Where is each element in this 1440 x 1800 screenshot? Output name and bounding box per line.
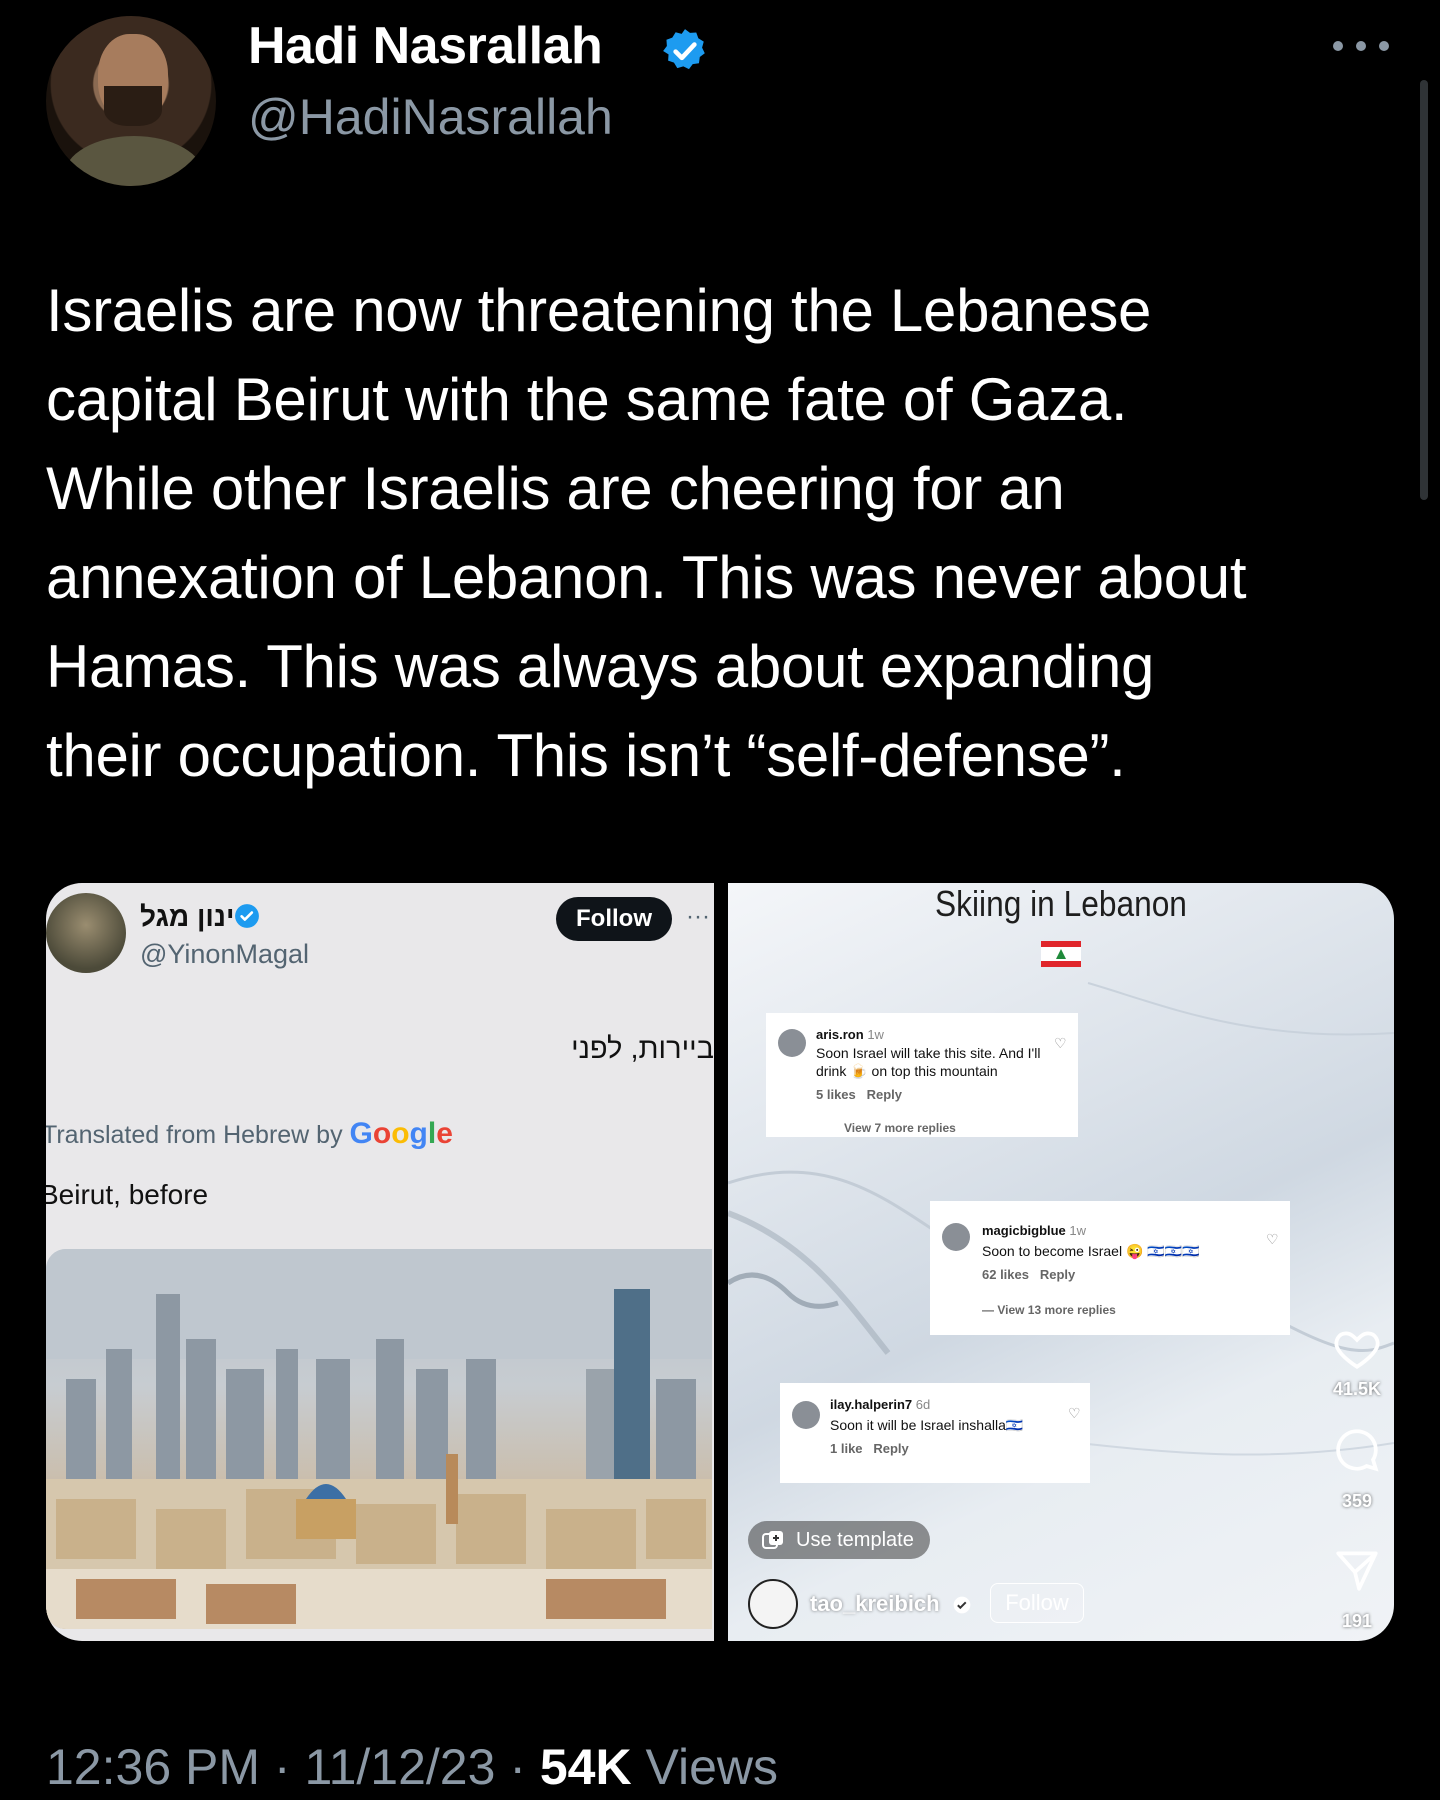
author-verified-icon [953,1596,971,1614]
heart-icon[interactable] [1332,1323,1382,1373]
lebanon-flag-icon [1041,941,1081,967]
author-handle[interactable]: @HadiNasrallah [248,88,613,146]
comment-card[interactable]: magicbigblue 1w Soon to become Israel 😜 … [930,1201,1290,1335]
comment-likes: 5 likes Reply [816,1087,903,1102]
comment-user: aris.ron 1w [816,1027,884,1042]
comment-heart-icon: ♡ [1068,1405,1081,1421]
tweet-text: Israelis are now threatening the Lebanes… [46,266,1406,800]
comments-count: 359 [1341,1491,1373,1511]
tweet-text-line: capital Beirut with the same fate of Gaz… [46,366,1128,433]
separator-dot: · [509,1739,526,1795]
tweet-text-line: their occupation. This isn’t “self-defen… [46,722,1126,789]
template-icon [762,1531,783,1549]
view-more-replies: View 7 more replies [844,1121,956,1135]
share-icon[interactable] [1332,1545,1382,1595]
video-side-actions: 41.5K 359 [1322,1323,1392,1543]
view-more-replies: — View 13 more replies [982,1303,1116,1317]
separator-dot: · [273,1739,291,1795]
comment-card[interactable]: ilay.halperin7 6d Soon it will be Israel… [780,1383,1090,1483]
tweet-text-line: Israelis are now threatening the Lebanes… [46,277,1152,344]
author-avatar[interactable] [46,16,216,186]
author-display-name[interactable]: Hadi Nasrallah [248,16,603,76]
embedded-hebrew-text: ביירות, לפני [571,1033,714,1065]
video-author-avatar [748,1579,798,1629]
comment-heart-icon: ♡ [1054,1035,1067,1051]
comment-likes: 1 like Reply [830,1441,909,1456]
comment-user: magicbigblue 1w [982,1223,1087,1238]
translation-attribution: Translated from Hebrew by Google [46,1117,453,1151]
comment-heart-icon: ♡ [1266,1231,1279,1247]
media-image-left[interactable]: ינון מגל @YinonMagal Follow ··· ביירות, … [46,883,714,1641]
tweet-date[interactable]: 11/12/23 [304,1739,495,1795]
likes-count: 41.5K [1332,1379,1382,1399]
video-caption-title: Skiing in Lebanon [935,883,1187,924]
tweet-time[interactable]: 12:36 PM [46,1739,260,1795]
embedded-verified-icon [235,904,259,928]
comment-text: Soon to become Israel 😜 🇮🇱🇮🇱🇮🇱 [982,1243,1200,1259]
verified-badge-icon [663,29,705,70]
comment-icon[interactable] [1332,1425,1382,1475]
shares-count: 191 [1341,1611,1373,1631]
tweet-text-line: annexation of Lebanon. This was never ab… [46,544,1247,611]
translation-label: Translated from Hebrew by [46,1121,343,1149]
views-label[interactable]: Views [646,1739,778,1795]
comment-likes: 62 likes Reply [982,1267,1076,1282]
translated-text: Beirut, before [46,1179,209,1210]
media-image-right[interactable]: Skiing in Lebanon aris.ron 1w Soon Israe… [728,883,1394,1641]
comment-card[interactable]: aris.ron 1w Soon Israel will take this s… [766,1013,1078,1137]
google-logo: Google [349,1117,453,1150]
embedded-more-icon: ··· [686,903,710,930]
comment-text: Soon it will be Israel inshalla🇮🇱 [830,1417,1024,1433]
tweet-text-line: While other Israelis are cheering for an [46,455,1065,522]
comment-text: Soon Israel will take this site. And I'l… [816,1045,1041,1061]
tweet-metadata: 12:36 PM · 11/12/23 · 54K Views [46,1738,778,1796]
embedded-display-name: ינון מגל [140,901,235,932]
beirut-city-photo [46,1249,712,1629]
tweet-text-line: Hamas. This was always about expanding [46,633,1155,700]
video-follow-button: Follow [990,1583,1084,1623]
embedded-avatar [46,893,126,973]
embedded-follow-button: Follow [556,897,672,941]
more-options-icon[interactable] [1330,36,1392,56]
embedded-handle: @YinonMagal [140,939,310,969]
comment-user: ilay.halperin7 6d [830,1397,931,1412]
comment-text: drink 🍺 on top this mountain [816,1063,998,1079]
commenter-avatar [792,1401,820,1429]
commenter-avatar [942,1223,970,1251]
video-author-name: tao_kreibich [810,1591,940,1616]
commenter-avatar [778,1029,806,1057]
views-count[interactable]: 54K [540,1739,632,1795]
scrollbar[interactable] [1420,80,1428,500]
